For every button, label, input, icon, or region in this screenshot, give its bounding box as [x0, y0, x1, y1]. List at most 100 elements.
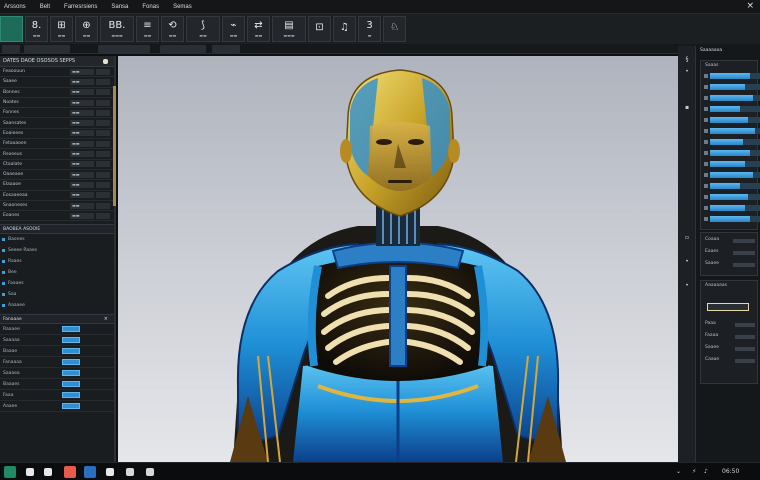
slider-track[interactable] [710, 117, 760, 123]
layer-chip[interactable] [62, 381, 80, 388]
property-row[interactable]: Oaaeaoe ▬▬ [0, 170, 114, 181]
slider[interactable] [704, 161, 760, 167]
slider[interactable] [704, 183, 760, 189]
tab-object[interactable] [24, 45, 70, 53]
property-extra[interactable] [96, 120, 110, 127]
slider-handle[interactable] [704, 129, 708, 133]
property-value[interactable]: ▬▬ [70, 202, 94, 209]
slider-handle[interactable] [704, 118, 708, 122]
slider-handle[interactable] [704, 162, 708, 166]
property-value[interactable]: ▬▬ [70, 78, 94, 85]
property-value[interactable]: ▬▬ [70, 120, 94, 127]
browser-icon[interactable] [84, 466, 96, 478]
property-row[interactable]: Elaaaoe ▬▬ [0, 180, 114, 191]
property-extra[interactable] [96, 181, 110, 188]
dot-icon[interactable]: • [682, 282, 692, 290]
tool-icon[interactable]: ▪ [682, 104, 692, 112]
frame-icon[interactable]: ⊡ [308, 16, 331, 42]
slider-track[interactable] [710, 172, 760, 178]
slider[interactable] [704, 73, 760, 79]
property-value[interactable]: ▬▬ [70, 151, 94, 158]
figure-icon[interactable]: ♘ [383, 16, 406, 42]
property-value[interactable]: ▬▬ [70, 89, 94, 96]
slider-track[interactable] [710, 106, 760, 112]
sub-item[interactable]: Bee [0, 267, 114, 278]
transfer-icon[interactable]: ⇄ ▬▬ [247, 16, 270, 42]
slider[interactable] [704, 84, 760, 90]
menu-item[interactable]: Sansa [111, 4, 128, 10]
3d-viewport[interactable] [118, 56, 678, 462]
property-extra[interactable] [96, 192, 110, 199]
file-icon[interactable] [44, 468, 52, 476]
section-two-value[interactable] [733, 251, 755, 255]
layer-row[interactable]: Saaaaa [0, 335, 114, 347]
property-extra[interactable] [96, 109, 110, 116]
property-extra[interactable] [96, 212, 110, 219]
property-row[interactable]: Snaoneses ▬▬ [0, 201, 114, 212]
sub-item[interactable]: Faaaes [0, 278, 114, 289]
slider[interactable] [704, 139, 760, 145]
property-value[interactable]: ▬▬ [70, 192, 94, 199]
menu-item[interactable]: Belt [40, 4, 50, 10]
slider-track[interactable] [710, 205, 760, 211]
bone-tool-icon[interactable]: BB. ▬▬▬ [100, 16, 134, 42]
slider[interactable] [704, 106, 760, 112]
slider[interactable] [704, 117, 760, 123]
layer-row[interactable]: Baaaes [0, 379, 114, 391]
section-three-value[interactable] [735, 323, 755, 327]
tab-modifiers[interactable] [98, 45, 150, 53]
sub-item[interactable]: Aaaaee [0, 300, 114, 311]
tab-materials[interactable] [160, 45, 206, 53]
slider-track[interactable] [710, 161, 760, 167]
add-object-icon[interactable]: ⊕ ▬▬ [75, 16, 98, 42]
slider[interactable] [704, 128, 760, 134]
property-row[interactable]: Fetaoaoen ▬▬ [0, 139, 114, 150]
slider[interactable] [704, 216, 760, 222]
layers-header[interactable]: Fanaaae × [0, 314, 114, 325]
property-row[interactable]: Rsoeeus ▬▬ [0, 149, 114, 160]
property-extra[interactable] [96, 78, 110, 85]
folder-icon[interactable] [26, 468, 34, 476]
slider[interactable] [704, 150, 760, 156]
property-extra[interactable] [96, 151, 110, 158]
dot-icon[interactable]: • [682, 68, 692, 76]
slider-handle[interactable] [704, 96, 708, 100]
slider-handle[interactable] [704, 140, 708, 144]
property-extra[interactable] [96, 68, 110, 75]
sub-item[interactable]: Baones [0, 234, 114, 245]
property-row[interactable]: Eosaaeeaa ▬▬ [0, 191, 114, 201]
slider-track[interactable] [710, 150, 760, 156]
layer-chip[interactable] [62, 359, 80, 366]
property-value[interactable]: ▬▬ [70, 161, 94, 168]
property-extra[interactable] [96, 202, 110, 209]
tab-render[interactable] [212, 45, 240, 53]
property-value[interactable]: ▬▬ [70, 181, 94, 188]
value-field[interactable] [707, 303, 749, 311]
panel-icon[interactable]: ▤ ▬▬▬ [272, 16, 306, 42]
section-header[interactable]: BAOBEA ASOOIE [0, 224, 114, 235]
property-value[interactable]: ▬▬ [70, 109, 94, 116]
grid-tool-icon[interactable]: ⊞ ▬▬ [50, 16, 73, 42]
close-icon[interactable]: × [104, 316, 108, 322]
slider-handle[interactable] [704, 206, 708, 210]
sub-item[interactable]: Seeee Raaes [0, 245, 114, 256]
slider[interactable] [704, 194, 760, 200]
slider-track[interactable] [710, 128, 760, 134]
number-tool-icon[interactable]: 8. ▬▬ [25, 16, 48, 42]
property-value[interactable]: ▬▬ [70, 171, 94, 178]
property-row[interactable]: Eoanes ▬▬ [0, 211, 114, 222]
layer-row[interactable]: Raaaee [0, 324, 114, 336]
layer-chip[interactable] [62, 370, 80, 377]
volume-icon[interactable]: ♪ [704, 468, 708, 475]
app-icon[interactable] [126, 468, 134, 476]
settings-icon[interactable]: § [682, 56, 692, 64]
sub-item[interactable]: Saa [0, 289, 114, 300]
pdf-icon[interactable] [64, 466, 76, 478]
property-extra[interactable] [96, 171, 110, 178]
property-row[interactable]: Feaoouun ▬▬ [0, 67, 114, 78]
layer-chip[interactable] [62, 326, 80, 333]
layer-row[interactable]: Saaaea [0, 368, 114, 380]
slider[interactable] [704, 172, 760, 178]
slider-track[interactable] [710, 139, 760, 145]
property-row[interactable]: Ctaalate ▬▬ [0, 160, 114, 170]
